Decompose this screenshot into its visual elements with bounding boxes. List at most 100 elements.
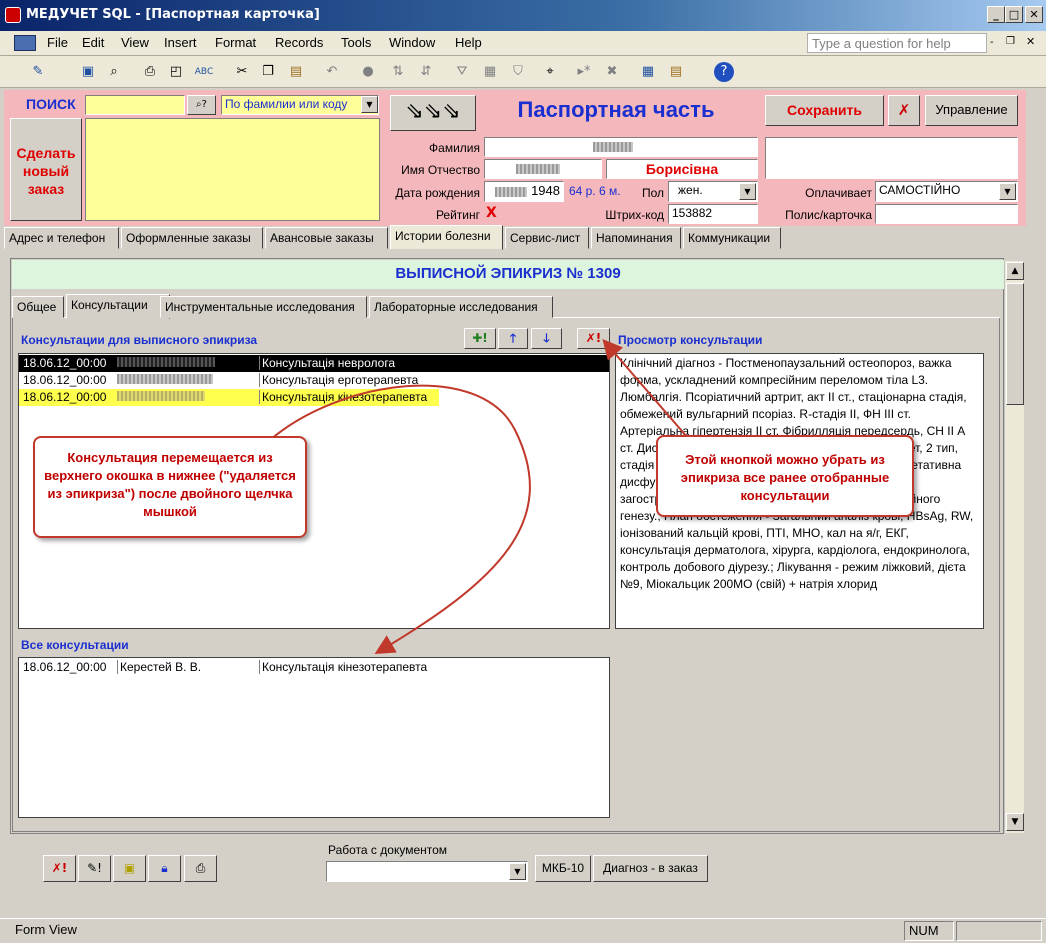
mkb-button[interactable]: МКБ-10 xyxy=(535,855,591,882)
delete-record-icon[interactable]: ✖ xyxy=(602,62,622,82)
move-down-button[interactable]: 🡓 xyxy=(531,328,562,349)
paste-icon[interactable]: ▤ xyxy=(286,62,306,82)
subtab-instrumental[interactable]: Инструментальные исследования xyxy=(160,296,367,318)
list-item[interactable]: 18.06.12_00:00 Консультація ерготерапевт… xyxy=(19,372,609,389)
surname-field[interactable] xyxy=(484,137,758,157)
diagnosis-to-order-button[interactable]: Диагноз - в заказ xyxy=(593,855,708,882)
spelling-icon[interactable]: ABC xyxy=(194,62,214,82)
tab-communications[interactable]: Коммуникации xyxy=(683,227,781,249)
menu-insert[interactable]: Insert xyxy=(164,35,197,50)
mdi-close-icon[interactable]: ✕ xyxy=(1026,35,1035,48)
copy-doc-button[interactable]: ▣ xyxy=(113,855,146,882)
new-object-icon[interactable]: ▤ xyxy=(666,62,686,82)
hyperlink-icon[interactable]: ● xyxy=(358,62,378,82)
patronymic-field[interactable]: Борисівна xyxy=(606,159,758,179)
all-consult-list[interactable]: 18.06.12_00:00 Керестей В. В. Консультац… xyxy=(18,657,610,818)
filter-form-icon[interactable]: ▦ xyxy=(480,62,500,82)
list-item[interactable]: 18.06.12_00:00 Консультація кінезотерапе… xyxy=(19,389,439,406)
print-icon[interactable]: ⎙ xyxy=(140,62,160,82)
tab-service-list[interactable]: Сервис-лист xyxy=(505,227,589,249)
database-window-icon[interactable]: ▦ xyxy=(638,62,658,82)
mdi-restore-icon[interactable]: ❐ xyxy=(1006,36,1015,47)
scroll-down-icon[interactable]: ▼ xyxy=(1006,813,1024,831)
new-record-icon[interactable]: ▸* xyxy=(574,62,594,82)
menu-edit[interactable]: Edit xyxy=(82,35,104,50)
menu-format[interactable]: Format xyxy=(215,35,256,50)
search-doc-icon[interactable]: ⌕ xyxy=(104,62,124,82)
sort-descending-icon[interactable]: ⇵ xyxy=(416,62,436,82)
mdi-minimize-icon[interactable]: - xyxy=(990,37,994,48)
move-arrows-button[interactable]: ⇘⇘⇘ xyxy=(390,95,476,131)
policy-field[interactable] xyxy=(875,204,1018,224)
menu-tools[interactable]: Tools xyxy=(341,35,371,50)
move-up-button[interactable]: 🡑 xyxy=(498,328,528,349)
subtab-general[interactable]: Общее xyxy=(12,296,64,318)
tab-advance-orders[interactable]: Авансовые заказы xyxy=(265,227,388,249)
doc-work-dropdown-icon[interactable]: ▼ xyxy=(509,863,526,880)
barcode-label: Штрих-код xyxy=(605,208,664,222)
manage-button[interactable]: Управление xyxy=(925,95,1018,126)
new-order-button[interactable]: Сделать новый заказ xyxy=(10,118,82,221)
search-button[interactable]: ⌕? xyxy=(187,95,216,115)
add-consult-button[interactable]: ✚! xyxy=(464,328,496,349)
sort-ascending-icon[interactable]: ⇅ xyxy=(388,62,408,82)
scroll-thumb[interactable] xyxy=(1006,283,1024,405)
form-icon[interactable] xyxy=(14,35,36,51)
app-icon xyxy=(5,7,21,23)
list-item[interactable]: 18.06.12_00:00 Керестей В. В. Консультац… xyxy=(19,659,609,676)
undo-icon[interactable]: ↶ xyxy=(322,62,342,82)
menu-records[interactable]: Records xyxy=(275,35,323,50)
menu-file[interactable]: File xyxy=(47,35,68,50)
toolbar: ✎ ▣ ⌕ ⎙ ◰ ABC ✂ ❐ ▤ ↶ ● ⇅ ⇵ ⛛ ▦ ⛉ ⌖ ▸* ✖… xyxy=(0,56,1046,88)
sub-tabs: Общее Консультации Инструментальные иссл… xyxy=(12,294,1000,319)
notes-box[interactable] xyxy=(85,118,380,221)
cancel-icon[interactable]: ✗ xyxy=(888,95,920,126)
doc-work-select[interactable] xyxy=(326,861,528,882)
help-search-input[interactable]: Type a question for help xyxy=(807,33,987,53)
close-button[interactable]: ✕ xyxy=(1025,6,1043,23)
sex-dropdown-icon[interactable]: ▼ xyxy=(739,183,756,200)
save-icon[interactable]: ▣ xyxy=(78,62,98,82)
print-doc-button[interactable]: ⎙ xyxy=(184,855,217,882)
maximize-button[interactable]: □ xyxy=(1005,6,1023,23)
search-mode-select[interactable]: По фамилии или коду xyxy=(221,95,379,115)
barcode-field[interactable]: 153882 xyxy=(668,204,758,224)
subtab-laboratory[interactable]: Лабораторные исследования xyxy=(369,296,553,318)
name-field[interactable] xyxy=(484,159,602,179)
dob-field[interactable]: 1948 xyxy=(484,181,564,202)
subtab-consultations[interactable]: Консультации xyxy=(66,294,170,319)
edit-doc-button[interactable]: ✎! xyxy=(78,855,111,882)
filter-selection-icon[interactable]: ⛛ xyxy=(452,62,472,82)
menu-help[interactable]: Help xyxy=(455,35,482,50)
scroll-up-icon[interactable]: ▲ xyxy=(1006,262,1024,280)
menu-window[interactable]: Window xyxy=(389,35,435,50)
surname-label: Фамилия xyxy=(429,141,480,155)
copy-icon[interactable]: ❐ xyxy=(258,62,278,82)
find-icon[interactable]: ⌖ xyxy=(540,62,560,82)
vertical-scrollbar[interactable]: ▲ ▼ xyxy=(1004,261,1024,833)
lock-icon[interactable]: 🔒︎ xyxy=(148,855,181,882)
minimize-button[interactable]: _ xyxy=(987,6,1005,23)
tab-case-histories[interactable]: Истории болезни xyxy=(390,225,503,250)
remove-all-consults-button[interactable]: ✗! xyxy=(577,328,610,349)
tab-reminders[interactable]: Напоминания xyxy=(591,227,681,249)
payer-select[interactable]: САМОСТІЙНО xyxy=(875,181,1018,202)
consult-view-label: Просмотр консультации xyxy=(618,333,763,347)
extra-info-field[interactable] xyxy=(765,137,1018,179)
print-preview-icon[interactable]: ◰ xyxy=(166,62,186,82)
apply-filter-icon[interactable]: ⛉ xyxy=(508,62,528,82)
help-icon[interactable]: ? xyxy=(714,62,734,82)
save-button[interactable]: Сохранить xyxy=(765,95,884,126)
search-input[interactable] xyxy=(85,95,185,115)
design-view-icon[interactable]: ✎ xyxy=(28,62,48,82)
tab-orders[interactable]: Оформленные заказы xyxy=(121,227,263,249)
rating-label: Рейтинг xyxy=(435,208,480,222)
payer-dropdown-icon[interactable]: ▼ xyxy=(999,183,1016,200)
chevron-down-icon[interactable]: ▼ xyxy=(361,96,378,113)
menu-view[interactable]: View xyxy=(121,35,149,50)
tab-address[interactable]: Адрес и телефон xyxy=(4,227,119,249)
list-item[interactable]: 18.06.12_00:00 Консультація невролога xyxy=(19,355,609,372)
delete-doc-button[interactable]: ✗! xyxy=(43,855,76,882)
left-callout: Консультация перемещается из верхнего ок… xyxy=(33,436,307,538)
cut-icon[interactable]: ✂ xyxy=(232,62,252,82)
